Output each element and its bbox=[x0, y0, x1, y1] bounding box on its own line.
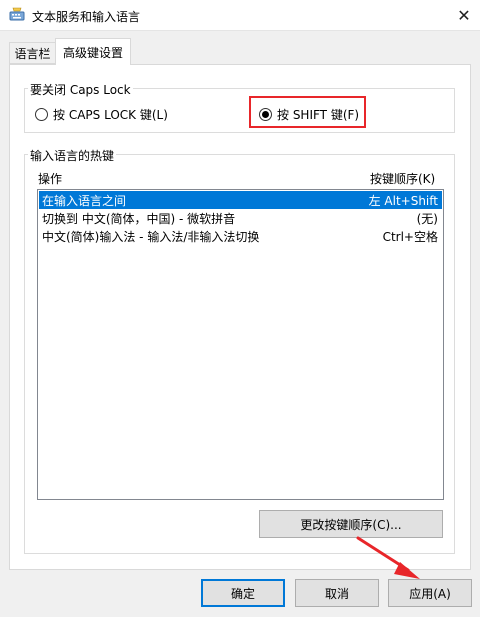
window-title: 文本服务和输入语言 bbox=[32, 10, 141, 24]
hotkey-row[interactable]: 切换到 中文(简体，中国) - 微软拼音 (无) bbox=[39, 209, 442, 227]
annotation-highlight-box bbox=[249, 96, 366, 128]
caps-lock-group-label: 要关闭 Caps Lock bbox=[28, 81, 133, 98]
column-header-sequence: 按键顺序(K) bbox=[370, 172, 436, 186]
change-key-sequence-button[interactable]: 更改按键顺序(C)... bbox=[259, 510, 443, 538]
tab-advanced-key-settings[interactable]: 高级键设置 bbox=[55, 38, 131, 65]
tab-language-bar[interactable]: 语言栏 bbox=[9, 42, 55, 64]
ok-button[interactable]: 确定 bbox=[201, 579, 285, 607]
radio-unchecked-icon[interactable] bbox=[35, 108, 48, 121]
hotkey-action: 中文(简体)输入法 - 输入法/非输入法切换 bbox=[42, 229, 260, 244]
radio-caps-lock-key[interactable]: 按 CAPS LOCK 键(L) bbox=[35, 106, 168, 123]
hotkey-action: 在输入语言之间 bbox=[42, 193, 127, 208]
close-button[interactable]: ✕ bbox=[448, 0, 480, 31]
hotkey-list[interactable]: 在输入语言之间 左 Alt+Shift 切换到 中文(简体，中国) - 微软拼音… bbox=[37, 189, 444, 500]
hotkey-sequence: 左 Alt+Shift bbox=[368, 193, 438, 208]
hotkey-action: 切换到 中文(简体，中国) - 微软拼音 bbox=[42, 211, 236, 226]
hotkey-row[interactable]: 在输入语言之间 左 Alt+Shift bbox=[39, 191, 442, 209]
tab-label: 高级键设置 bbox=[62, 45, 123, 60]
hotkey-sequence: (无) bbox=[416, 211, 438, 226]
hotkey-group-label: 输入语言的热键 bbox=[28, 147, 117, 164]
tab-label: 语言栏 bbox=[14, 46, 51, 61]
keyboard-icon bbox=[9, 7, 25, 21]
close-icon: ✕ bbox=[457, 6, 471, 25]
radio-caps-lock-label: 按 CAPS LOCK 键(L) bbox=[53, 108, 168, 122]
hotkey-row[interactable]: 中文(简体)输入法 - 输入法/非输入法切换 Ctrl+空格 bbox=[39, 227, 442, 245]
hotkey-sequence: Ctrl+空格 bbox=[382, 229, 438, 244]
column-header-action: 操作 bbox=[38, 172, 63, 186]
annotation-arrow-icon bbox=[356, 536, 420, 579]
